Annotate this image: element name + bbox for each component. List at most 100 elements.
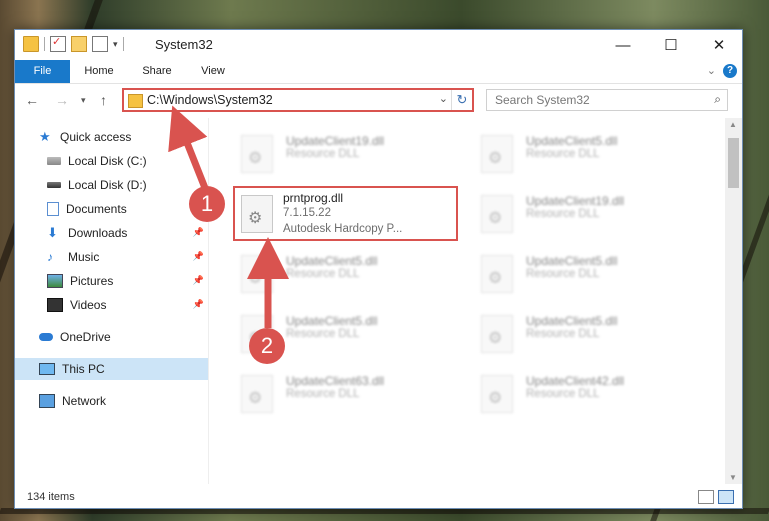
folder-icon [128, 94, 143, 108]
navigation-bar: ← → ▾ ↑ C:\Windows\System32 ⌄ ↻ Search S… [15, 84, 742, 117]
pin-icon[interactable]: 📌 [193, 227, 204, 238]
item-count: 134 items [27, 491, 75, 503]
tab-view[interactable]: View [191, 60, 235, 83]
sidebar-item-documents[interactable]: Documents 📌 [15, 198, 208, 220]
file-name: UpdateClient42.dll [526, 374, 625, 388]
tab-home[interactable]: Home [77, 60, 121, 83]
navigation-pane: ★ Quick access Local Disk (C:) Local Dis… [15, 118, 209, 484]
divider [122, 37, 124, 51]
tab-file[interactable]: File [15, 60, 70, 83]
sidebar-item-label: Videos [70, 298, 107, 312]
sidebar-item-pictures[interactable]: Pictures 📌 [15, 270, 208, 292]
file-tile[interactable]: ⚙ UpdateClient19.dll Resource DLL [471, 186, 696, 241]
sidebar-item-local-disk-d[interactable]: Local Disk (D:) [15, 174, 208, 196]
refresh-icon[interactable]: ↻ [451, 90, 472, 110]
scroll-up-icon[interactable]: ▲ [729, 120, 737, 129]
file-name: UpdateClient63.dll [286, 374, 385, 388]
tab-share[interactable]: Share [135, 60, 179, 83]
forward-arrow-icon[interactable]: → [55, 92, 69, 108]
file-description: Autodesk Hardcopy P... [283, 223, 403, 235]
downloads-icon: ⬇ [47, 225, 58, 240]
documents-icon [47, 202, 59, 216]
minimize-button[interactable]: — [600, 30, 646, 60]
file-tile-highlighted[interactable]: ⚙ prntprog.dll 7.1.15.22 Autodesk Hardco… [233, 186, 458, 241]
sidebar-item-label: This PC [62, 362, 105, 376]
details-view-icon[interactable] [698, 490, 714, 504]
expand-ribbon-icon[interactable]: ⌄ [707, 64, 716, 77]
cloud-icon [39, 333, 53, 341]
file-tile[interactable]: ⚙ UpdateClient19.dll Resource DLL [231, 126, 456, 181]
sidebar-item-music[interactable]: ♪ Music 📌 [15, 246, 208, 268]
chevron-down-icon[interactable]: ⌄ [439, 92, 448, 105]
back-arrow-icon[interactable]: ← [25, 92, 39, 108]
sidebar-item-onedrive[interactable]: OneDrive [15, 326, 208, 348]
window-title: System32 [155, 37, 213, 52]
file-type: Resource DLL [286, 388, 360, 400]
pin-icon[interactable]: 📌 [193, 275, 204, 286]
sidebar-item-this-pc[interactable]: This PC [15, 358, 208, 380]
large-icons-view-icon[interactable] [718, 490, 734, 504]
sidebar-item-network[interactable]: Network [15, 390, 208, 412]
address-bar[interactable]: C:\Windows\System32 ⌄ ↻ [122, 88, 474, 112]
dll-file-icon: ⚙ [481, 195, 513, 233]
explorer-window: ▾ System32 — ☐ ✕ File Home Share View ⌄ … [14, 29, 743, 509]
sidebar-item-label: Quick access [60, 130, 132, 144]
file-type: Resource DLL [286, 148, 360, 160]
file-tile[interactable]: ⚙ UpdateClient5.dll Resource DLL [231, 246, 456, 301]
sidebar-item-videos[interactable]: Videos 📌 [15, 294, 208, 316]
properties-icon[interactable] [50, 35, 66, 52]
scroll-down-icon[interactable]: ▼ [729, 473, 737, 482]
up-arrow-icon[interactable]: ↑ [100, 92, 107, 108]
dll-file-icon: ⚙ [481, 255, 513, 293]
file-type: Resource DLL [526, 208, 600, 220]
recent-locations-icon[interactable]: ▾ [81, 95, 86, 106]
ribbon-tabs: File Home Share View ⌄ ? [15, 60, 742, 84]
file-tile[interactable]: ⚙ UpdateClient5.dll Resource DLL [471, 246, 696, 301]
sidebar-item-quick-access[interactable]: ★ Quick access [15, 126, 208, 148]
customize-toolbar-icon[interactable] [92, 36, 108, 52]
sidebar-item-local-disk-c[interactable]: Local Disk (C:) [15, 150, 208, 172]
pictures-icon [47, 274, 63, 288]
pin-icon[interactable]: 📌 [193, 251, 204, 262]
file-type: Resource DLL [526, 388, 600, 400]
file-tile[interactable]: ⚙ UpdateClient5.dll Resource DLL [471, 306, 696, 361]
file-name: UpdateClient5.dll [526, 314, 618, 328]
sidebar-item-label: Pictures [70, 274, 114, 288]
file-tile[interactable]: ⚙ UpdateClient63.dll Resource DLL [231, 366, 456, 421]
file-type: Resource DLL [286, 268, 360, 280]
sidebar-item-downloads[interactable]: ⬇ Downloads 📌 [15, 222, 208, 244]
disk-icon [47, 157, 61, 165]
pin-icon[interactable]: 📌 [193, 299, 204, 310]
videos-icon [47, 298, 63, 312]
file-version: 7.1.15.22 [283, 207, 331, 219]
dll-file-icon: ⚙ [241, 255, 273, 293]
gear-icon: ⚙ [248, 210, 263, 227]
help-icon[interactable]: ? [723, 64, 737, 78]
vertical-scrollbar[interactable]: ▲ ▼ [725, 118, 742, 484]
title-bar: ▾ System32 — ☐ ✕ [15, 30, 742, 60]
gear-icon: ⚙ [248, 150, 263, 167]
file-tile[interactable]: ⚙ UpdateClient5.dll Resource DLL [471, 126, 696, 181]
file-name: UpdateClient5.dll [286, 254, 378, 268]
status-bar: 134 items [15, 486, 742, 508]
gear-icon: ⚙ [488, 330, 503, 347]
scroll-thumb[interactable] [728, 138, 739, 188]
step-marker-2: 2 [249, 328, 285, 364]
close-button[interactable]: ✕ [696, 30, 742, 60]
chevron-down-icon[interactable]: ▾ [113, 39, 118, 50]
new-folder-icon[interactable] [71, 36, 87, 52]
music-icon: ♪ [47, 250, 53, 264]
gear-icon: ⚙ [488, 270, 503, 287]
file-name: UpdateClient5.dll [526, 254, 618, 268]
search-input[interactable]: Search System32 ⌕ [486, 89, 728, 111]
file-tile[interactable]: ⚙ UpdateClient42.dll Resource DLL [471, 366, 696, 421]
maximize-button[interactable]: ☐ [648, 30, 694, 60]
search-icon[interactable]: ⌕ [714, 92, 721, 107]
dll-file-icon: ⚙ [481, 135, 513, 173]
gear-icon: ⚙ [488, 150, 503, 167]
sidebar-item-label: Downloads [68, 226, 128, 240]
file-type: Resource DLL [526, 148, 600, 160]
address-path[interactable]: C:\Windows\System32 [147, 93, 273, 107]
file-type: Resource DLL [526, 328, 600, 340]
pc-icon [39, 363, 55, 375]
